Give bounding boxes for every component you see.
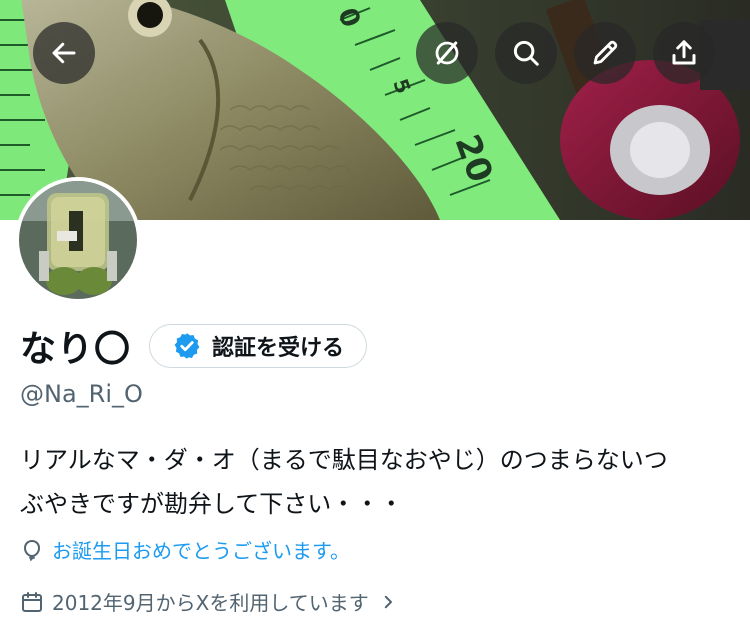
pencil-icon bbox=[593, 40, 618, 65]
bio-line-2: ぶやきですが勘弁して下さい・・・ bbox=[20, 490, 404, 518]
get-verified-button[interactable]: 認証を受ける bbox=[149, 324, 368, 368]
lightning-slash-icon bbox=[435, 41, 459, 65]
display-name: なり〇 bbox=[20, 329, 132, 370]
birthday-text: お誕生日おめでとうございます。 bbox=[52, 539, 350, 563]
joined-row[interactable]: 2012年9月からXを利用しています bbox=[20, 587, 397, 616]
edit-button[interactable] bbox=[574, 22, 636, 84]
avatar-image bbox=[19, 181, 137, 299]
back-button[interactable] bbox=[33, 22, 95, 84]
profile-bio: リアルなマ・ダ・オ（まるで駄目なおやじ）のつまらないつ ぶやきですが勘弁して下さ… bbox=[20, 438, 732, 526]
share-icon bbox=[672, 40, 696, 65]
bio-line-1: リアルなマ・ダ・オ（まるで駄目なおやじ）のつまらないつ bbox=[20, 446, 668, 474]
user-handle: @Na_Ri_O bbox=[20, 380, 143, 408]
share-button[interactable] bbox=[653, 22, 715, 84]
search-button[interactable] bbox=[495, 22, 557, 84]
birthday-row: お誕生日おめでとうございます。 bbox=[20, 535, 350, 564]
joined-text: 2012年9月からXを利用しています bbox=[52, 591, 369, 615]
verified-badge-icon bbox=[174, 333, 200, 359]
balloon-icon bbox=[23, 539, 41, 561]
calendar-icon bbox=[22, 591, 42, 612]
grok-button[interactable] bbox=[416, 22, 478, 84]
avatar[interactable] bbox=[15, 177, 141, 303]
chevron-right-icon bbox=[384, 595, 392, 608]
search-icon bbox=[513, 40, 539, 66]
get-verified-label: 認証を受ける bbox=[212, 336, 345, 361]
arrow-left-icon bbox=[52, 42, 76, 64]
